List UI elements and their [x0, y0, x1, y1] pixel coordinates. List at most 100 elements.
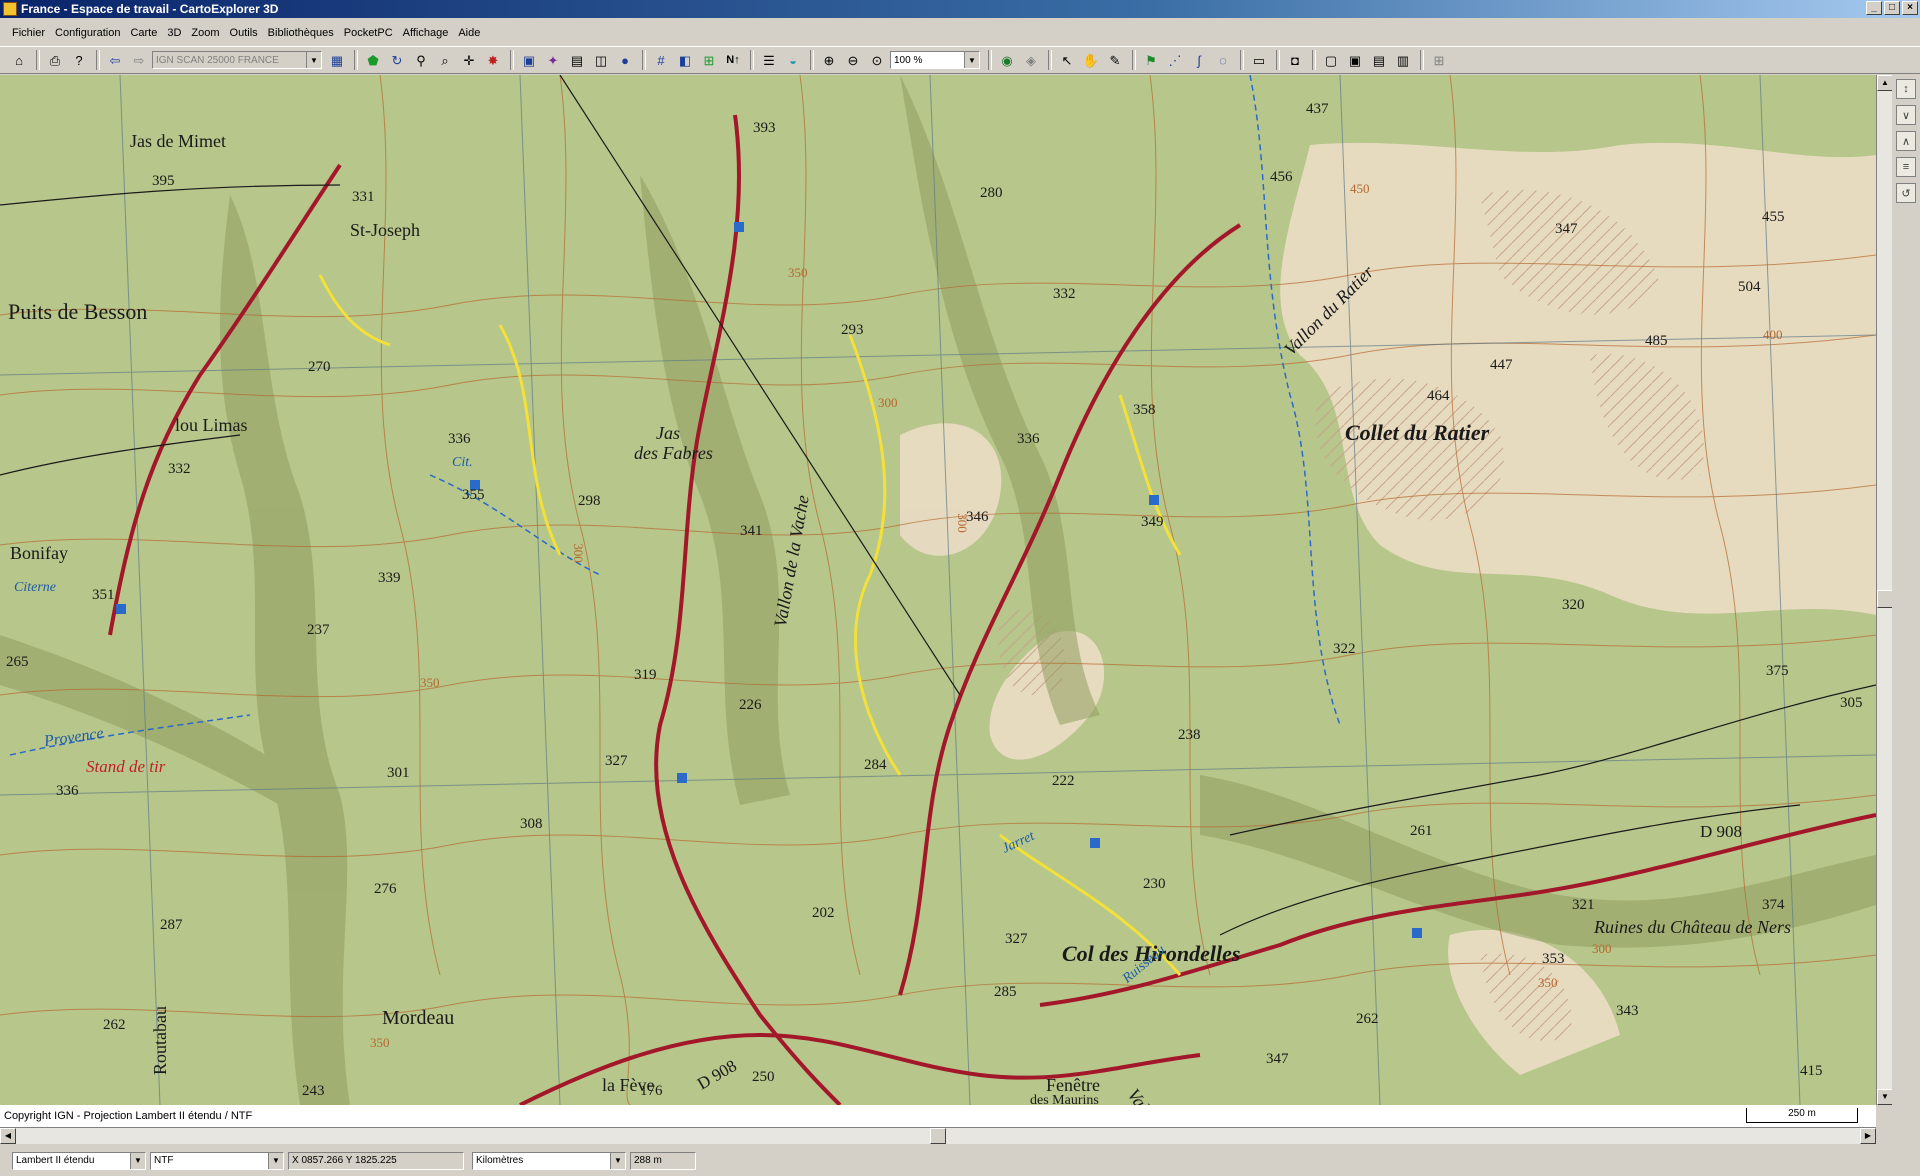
status-bar: Lambert II étendu ▼ NTF ▼ X 0857.266 Y 1… — [0, 1145, 1920, 1176]
window-1-icon[interactable]: ▢ — [1320, 49, 1342, 71]
waypoint-icon[interactable]: ⋰ — [1164, 49, 1186, 71]
orbit-icon[interactable]: ↕ — [1896, 79, 1916, 99]
import-icon[interactable]: ▣ — [518, 49, 540, 71]
star-icon[interactable]: ✦ — [542, 49, 564, 71]
print-icon[interactable]: ⎙ — [44, 49, 66, 71]
map-layer-select[interactable]: IGN SCAN 25000 FRANCE ▼ — [152, 51, 322, 69]
lasso-icon[interactable]: ◌ — [1212, 49, 1234, 71]
scroll-left-icon[interactable]: ◀ — [0, 1128, 16, 1144]
globe-icon[interactable]: ◒ — [782, 49, 804, 71]
window-4-icon[interactable]: ▥ — [1392, 49, 1414, 71]
label-lou-limas: lou Limas — [175, 415, 248, 435]
coordinates-value: X 0857.266 Y 1825.225 — [292, 1155, 397, 1166]
datum-select[interactable]: NTF ▼ — [150, 1151, 284, 1170]
pan-hand-icon[interactable]: ✋ — [1080, 49, 1102, 71]
select-tool-icon[interactable]: ↖ — [1056, 49, 1078, 71]
rmer-icon[interactable]: ✸ — [482, 49, 504, 71]
window-2-icon[interactable]: ▣ — [1344, 49, 1366, 71]
legend-icon[interactable]: ☰ — [758, 49, 780, 71]
elevation-label: 320 — [1562, 597, 1585, 613]
contour-label: 350 — [420, 675, 440, 690]
3d-icon[interactable]: ◉ — [996, 49, 1018, 71]
maximize-button[interactable]: □ — [1884, 1, 1900, 15]
home-icon[interactable]: ⬟ — [362, 49, 384, 71]
close-button[interactable]: × — [1902, 1, 1918, 15]
binoculars-icon[interactable]: ⚲ — [410, 49, 432, 71]
camera-icon[interactable]: ◫ — [590, 49, 612, 71]
elevation-label: 265 — [6, 654, 29, 670]
menu-3d[interactable]: 3D — [167, 27, 181, 39]
menu-configuration[interactable]: Configuration — [55, 27, 120, 39]
elevation-label: 298 — [578, 493, 601, 509]
gps-icon[interactable]: ◘ — [1284, 49, 1306, 71]
tile-windows-icon[interactable]: ⊞ — [1428, 49, 1450, 71]
menu-pocketpc[interactable]: PocketPC — [344, 27, 393, 39]
elevation-label: 332 — [1053, 286, 1076, 302]
zoom-select[interactable]: 100 % ▼ — [890, 51, 980, 69]
elevation-label: 202 — [812, 905, 835, 921]
menu-carte[interactable]: Carte — [130, 27, 157, 39]
copyright-text: Copyright IGN - Projection Lambert II ét… — [4, 1110, 253, 1122]
zoom-out-icon[interactable]: ⊖ — [842, 49, 864, 71]
scroll-down-icon[interactable]: ▼ — [1877, 1089, 1893, 1105]
elevation-icon[interactable]: ∧ — [1896, 131, 1916, 151]
scroll-up-icon[interactable]: ▲ — [1877, 75, 1893, 91]
route-icon[interactable]: ∫ — [1188, 49, 1210, 71]
zones-icon[interactable]: ◧ — [674, 49, 696, 71]
elevation-label: 437 — [1306, 101, 1329, 117]
horizontal-scrollbar[interactable]: ◀ ▶ — [0, 1127, 1876, 1144]
crosshair-icon[interactable]: ✛ — [458, 49, 480, 71]
tilt-icon[interactable]: ∨ — [1896, 105, 1916, 125]
elevation-label: 322 — [1333, 641, 1356, 657]
vertical-scroll-thumb[interactable] — [1877, 590, 1893, 608]
forward-arrow-icon[interactable]: ⇨ — [128, 49, 150, 71]
scale-label: 250 m — [1788, 1108, 1816, 1119]
3d-settings-icon[interactable]: ◈ — [1020, 49, 1042, 71]
zoom-in-icon[interactable]: ⊕ — [818, 49, 840, 71]
altitude-value: 288 m — [634, 1155, 662, 1166]
zoom-fit-icon[interactable]: ⊙ — [866, 49, 888, 71]
menu-affichage[interactable]: Affichage — [403, 27, 449, 39]
elevation-label: 262 — [103, 1017, 126, 1033]
export-icon[interactable]: ▤ — [566, 49, 588, 71]
label-ruines: Ruines du Château de Ners — [1594, 917, 1791, 937]
north-icon[interactable]: N↑ — [722, 49, 744, 71]
elevation-label: 415 — [1800, 1063, 1823, 1079]
back-arrow-icon[interactable]: ⇦ — [104, 49, 126, 71]
coordinates-readout: X 0857.266 Y 1825.225 — [288, 1151, 464, 1170]
minimize-button[interactable]: _ — [1866, 1, 1882, 15]
poi-icon[interactable]: ● — [614, 49, 636, 71]
workspace-icon[interactable]: ⌂ — [8, 49, 30, 71]
contour-label: 350 — [788, 265, 808, 280]
menu-outils[interactable]: Outils — [230, 27, 258, 39]
menu-aide[interactable]: Aide — [458, 27, 480, 39]
menu-zoom[interactable]: Zoom — [191, 27, 219, 39]
ruler-icon[interactable]: ▭ — [1248, 49, 1270, 71]
vertical-scrollbar[interactable]: ▲ ▼ — [1876, 75, 1893, 1105]
elevation-label: 319 — [634, 667, 657, 683]
horizontal-scroll-thumb[interactable] — [930, 1128, 946, 1144]
help-icon[interactable]: ? — [68, 49, 90, 71]
elevation-label: 308 — [520, 816, 543, 832]
layers-icon[interactable]: ▦ — [326, 49, 348, 71]
menu-bar: Fichier Configuration Carte 3D Zoom Outi… — [0, 20, 1920, 46]
units-select[interactable]: Kilomètres ▼ — [472, 1151, 626, 1170]
tiles-icon[interactable]: ⊞ — [698, 49, 720, 71]
elevation-label: 250 — [752, 1069, 775, 1085]
label-routabau: Routabau — [150, 1006, 170, 1075]
map-view[interactable]: Collet du Ratier Col des Hirondelles Pui… — [0, 75, 1876, 1105]
draw-icon[interactable]: ✎ — [1104, 49, 1126, 71]
find-icon[interactable]: ⌕ — [434, 49, 456, 71]
measure-icon[interactable]: ≡ — [1896, 157, 1916, 177]
reset-view-icon[interactable]: ↺ — [1896, 183, 1916, 203]
menu-fichier[interactable]: Fichier — [12, 27, 45, 39]
window-3-icon[interactable]: ▤ — [1368, 49, 1390, 71]
flag-icon[interactable]: ⚑ — [1140, 49, 1162, 71]
map-layer-value: IGN SCAN 25000 FRANCE — [156, 54, 279, 66]
menu-bibliotheques[interactable]: Bibliothèques — [268, 27, 334, 39]
scroll-right-icon[interactable]: ▶ — [1860, 1128, 1876, 1144]
app-icon — [3, 2, 17, 16]
projection-select[interactable]: Lambert II étendu ▼ — [12, 1151, 146, 1170]
refresh-icon[interactable]: ↻ — [386, 49, 408, 71]
grid-icon[interactable]: # — [650, 49, 672, 71]
